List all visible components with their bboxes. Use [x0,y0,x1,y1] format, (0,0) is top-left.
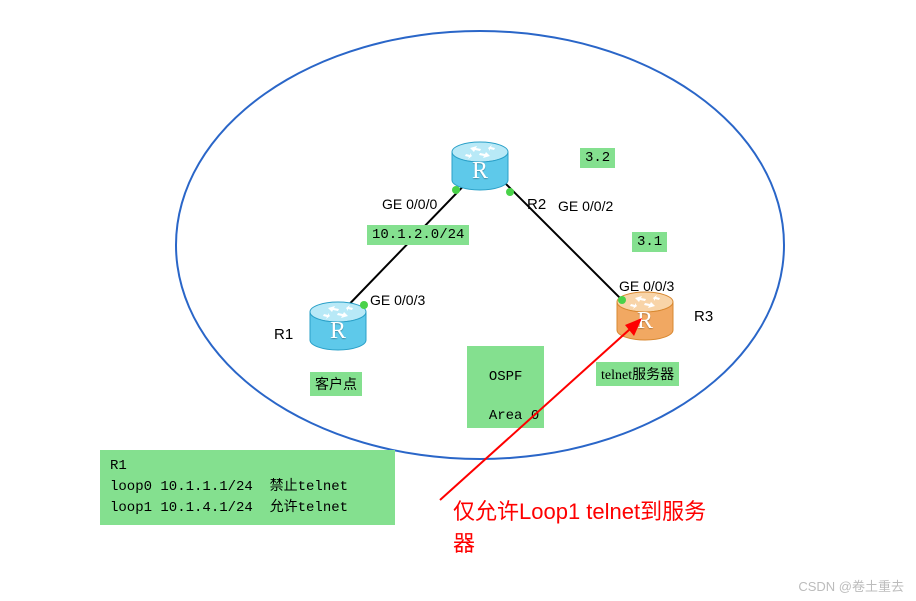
infobox-title: R1 [110,458,127,474]
r1-info-box: R1 loop0 10.1.1.1/24 禁止telnet loop1 10.1… [100,450,395,525]
if-r3-ge003: GE 0/0/3 [619,278,674,294]
ospf-area-label: OSPF Area 0 [467,346,544,428]
if-r1-ge003: GE 0/0/3 [370,292,425,308]
router-r2-name: R2 [527,196,546,213]
port-dot [360,301,368,309]
if-r2-ge000: GE 0/0/0 [382,196,437,212]
annotation-line2: 器 [453,531,475,556]
router-r1[interactable]: R [308,300,368,352]
router-r1-role: 客户点 [310,372,362,396]
router-letter: R [308,318,368,345]
ospf-line1: OSPF [489,369,523,385]
router-r1-name: R1 [274,326,293,343]
port-dot [452,186,460,194]
subnet-r1r2: 10.1.2.0/24 [367,225,469,245]
router-letter: R [615,308,675,335]
port-dot [618,296,626,304]
watermark: CSDN @卷土重去 [798,576,904,595]
ip-r2r3-mid: 3.1 [632,232,667,252]
router-letter: R [450,158,510,185]
infobox-row2: loop1 10.1.4.1/24 允许telnet [110,500,348,516]
infobox-row1: loop0 10.1.1.1/24 禁止telnet [110,479,348,495]
if-r2-ge002: GE 0/0/2 [558,198,613,214]
annotation-text: 仅允许Loop1 telnet到服务 器 [453,496,873,560]
annotation-line1: 仅允许Loop1 telnet到服务 [453,499,706,524]
router-r3-name: R3 [694,308,713,325]
ip-r2r3-top: 3.2 [580,148,615,168]
port-dot [506,188,514,196]
router-r2[interactable]: R [450,140,510,192]
router-r3-role: telnet服务器 [596,362,679,386]
ospf-line2: Area 0 [489,408,539,424]
